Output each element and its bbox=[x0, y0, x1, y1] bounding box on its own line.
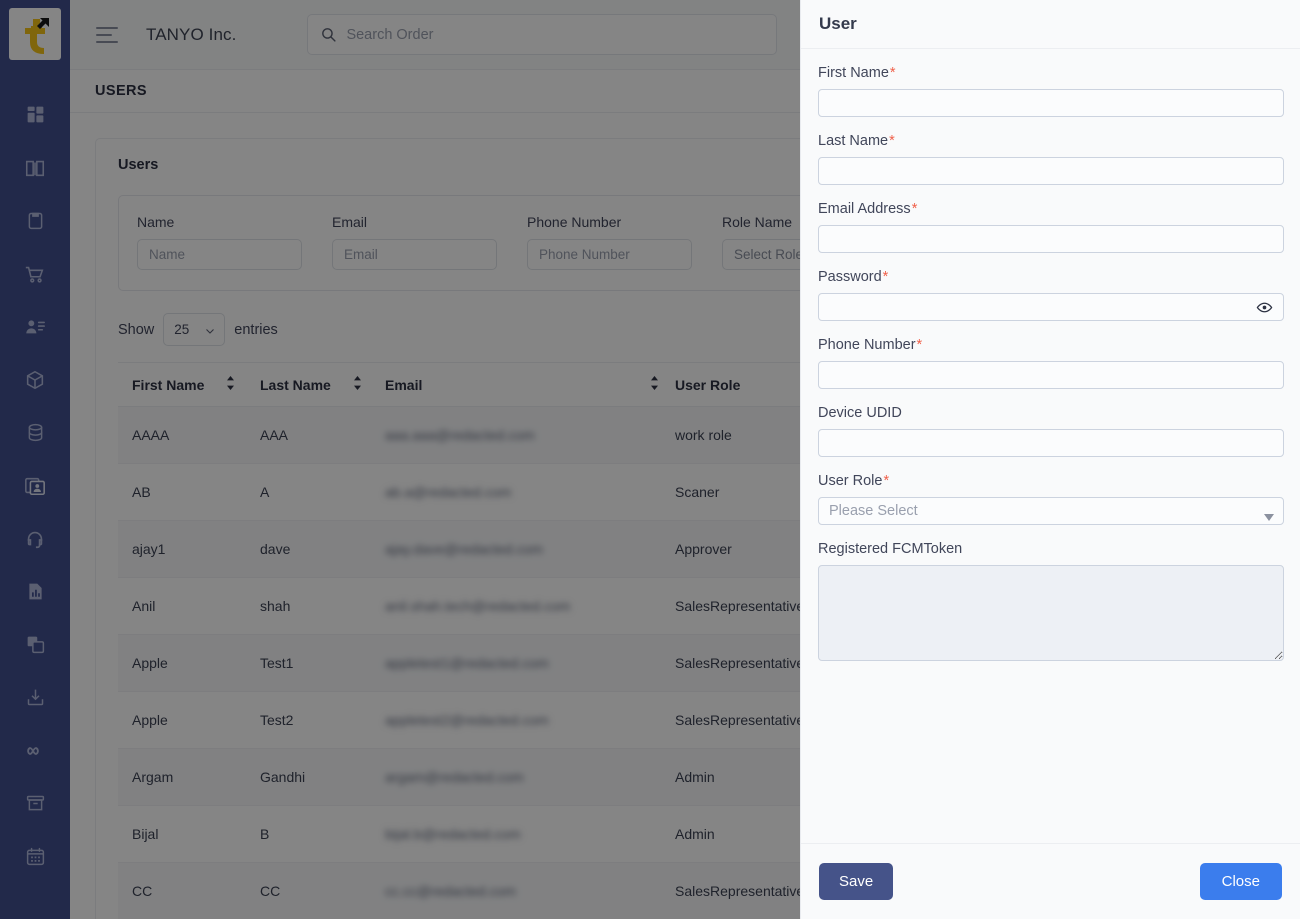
field-password: Password* bbox=[818, 269, 1284, 321]
required-marker: * bbox=[889, 133, 895, 149]
eye-icon[interactable] bbox=[1256, 299, 1273, 321]
required-marker: * bbox=[882, 269, 889, 285]
label-user-role: User Role* bbox=[818, 473, 890, 489]
label-password: Password* bbox=[818, 269, 889, 285]
user-modal: User First Name* Last Name* Email Addres… bbox=[800, 0, 1300, 919]
chevron-down-icon bbox=[1264, 509, 1274, 525]
modal-footer: Save Close bbox=[801, 843, 1300, 919]
label-fcm-token: Registered FCMToken bbox=[818, 541, 963, 557]
required-marker: * bbox=[916, 337, 923, 353]
input-last-name[interactable] bbox=[819, 158, 1283, 184]
label-first-name: First Name* bbox=[818, 65, 896, 81]
modal-header: User bbox=[801, 0, 1300, 49]
close-button[interactable]: Close bbox=[1199, 863, 1282, 900]
field-first-name: First Name* bbox=[818, 65, 1284, 117]
input-device-udid[interactable] bbox=[819, 430, 1283, 456]
label-email-address: Email Address* bbox=[818, 201, 918, 217]
input-email-address[interactable] bbox=[819, 226, 1283, 252]
field-last-name: Last Name* bbox=[818, 133, 1284, 185]
select-user-role[interactable]: Please Select bbox=[818, 497, 1284, 525]
label-phone-number: Phone Number* bbox=[818, 337, 923, 353]
modal-body: First Name* Last Name* Email Address* Pa… bbox=[801, 49, 1300, 843]
required-marker: * bbox=[883, 473, 890, 489]
input-phone-number[interactable] bbox=[819, 362, 1283, 388]
textarea-fcm-token[interactable] bbox=[818, 565, 1284, 661]
field-fcm-token: Registered FCMToken bbox=[818, 541, 1284, 661]
select-user-role-value: Please Select bbox=[829, 503, 918, 519]
save-button[interactable]: Save bbox=[819, 863, 894, 900]
field-email-address: Email Address* bbox=[818, 201, 1284, 253]
field-device-udid: Device UDID bbox=[818, 405, 1284, 457]
label-device-udid: Device UDID bbox=[818, 405, 902, 421]
label-last-name: Last Name* bbox=[818, 133, 895, 149]
modal-title: User bbox=[819, 14, 857, 33]
input-password[interactable] bbox=[819, 294, 1283, 320]
required-marker: * bbox=[889, 65, 896, 81]
input-first-name[interactable] bbox=[819, 90, 1283, 116]
required-marker: * bbox=[911, 201, 918, 217]
field-user-role: User Role* Please Select bbox=[818, 473, 1284, 525]
field-phone-number: Phone Number* bbox=[818, 337, 1284, 389]
